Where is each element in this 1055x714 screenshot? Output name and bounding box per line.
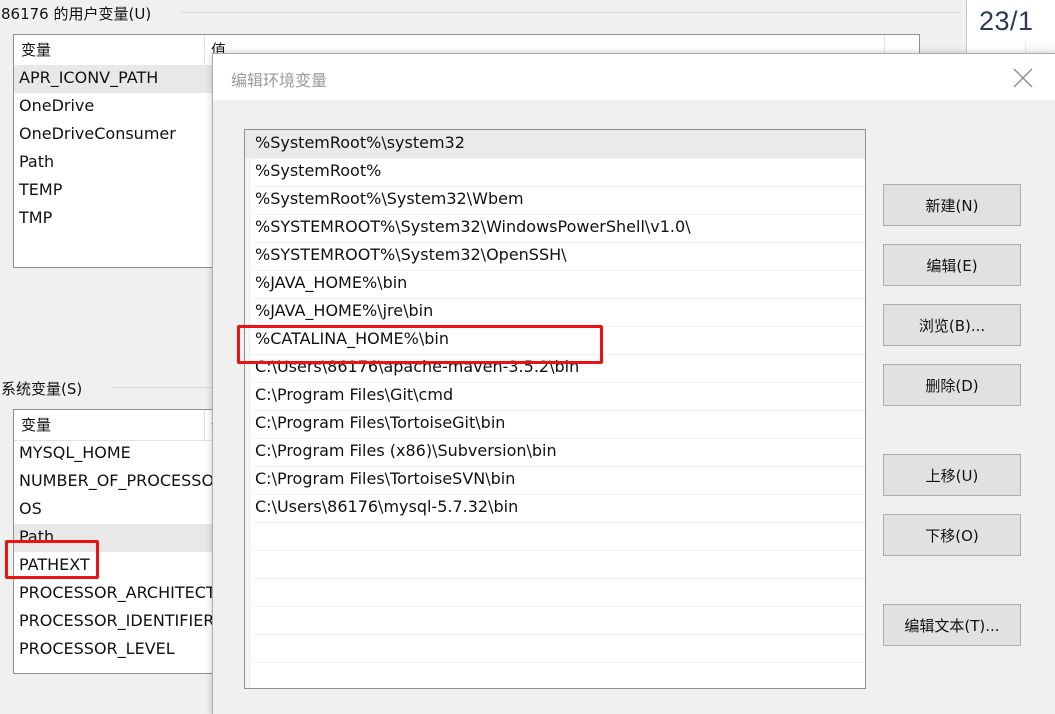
- path-entry-row[interactable]: [245, 634, 865, 663]
- path-entry-value: C:\Program Files\TortoiseGit\bin: [255, 413, 506, 432]
- user-variable-name: OneDriveConsumer: [19, 124, 176, 143]
- path-entry-row[interactable]: C:\Program Files\Git\cmd: [245, 382, 865, 411]
- path-entry-value: %SystemRoot%: [255, 161, 382, 180]
- path-entry-row[interactable]: %JAVA_HOME%\jre\bin: [245, 298, 865, 327]
- user-variable-name: Path: [19, 152, 55, 171]
- path-entry-row[interactable]: %SystemRoot%: [245, 158, 865, 187]
- system-column-divider[interactable]: [204, 410, 205, 440]
- path-entry-row[interactable]: C:\Program Files (x86)\Subversion\bin: [245, 438, 865, 467]
- path-entry-row[interactable]: [245, 662, 865, 688]
- path-entry-value: %SystemRoot%\system32: [255, 133, 465, 152]
- path-entry-row[interactable]: [245, 522, 865, 551]
- system-column-variable[interactable]: 变量: [21, 414, 51, 435]
- path-entry-value: C:\Program Files\Git\cmd: [255, 385, 454, 404]
- path-entry-value: %SYSTEMROOT%\System32\WindowsPowerShell\…: [255, 217, 691, 236]
- move-down-button[interactable]: 下移(O): [883, 514, 1021, 556]
- close-icon[interactable]: [1002, 62, 1044, 92]
- dialog-title: 编辑环境变量: [231, 71, 328, 90]
- path-entry-value: C:\Users\86176\apache-maven-3.5.2\bin: [255, 357, 580, 376]
- path-entry-row[interactable]: %SYSTEMROOT%\System32\OpenSSH\: [245, 242, 865, 271]
- path-entry-row[interactable]: [245, 550, 865, 579]
- edit-button[interactable]: 编辑(E): [883, 244, 1021, 286]
- move-up-button[interactable]: 上移(U): [883, 454, 1021, 496]
- new-button[interactable]: 新建(N): [883, 184, 1021, 226]
- path-entry-row[interactable]: [245, 606, 865, 635]
- user-variables-group-rule: [181, 12, 961, 13]
- dialog-title-bar: 编辑环境变量: [213, 54, 1055, 100]
- path-entry-row[interactable]: %SYSTEMROOT%\System32\WindowsPowerShell\…: [245, 214, 865, 243]
- system-variable-name: PROCESSOR_IDENTIFIER: [19, 611, 215, 630]
- system-variables-group-label: 系统变量(S): [1, 380, 83, 398]
- path-entry-row[interactable]: C:\Users\86176\mysql-5.7.32\bin: [245, 494, 865, 523]
- background-date-text: 23/1: [979, 6, 1034, 36]
- path-entry-row[interactable]: %SystemRoot%\System32\Wbem: [245, 186, 865, 215]
- path-entries-list[interactable]: %SystemRoot%\system32 %SystemRoot% %System…: [244, 129, 866, 689]
- system-variable-name: PROCESSOR_LEVEL: [19, 639, 175, 658]
- system-variable-name: NUMBER_OF_PROCESSORS: [19, 471, 236, 490]
- path-entry-row[interactable]: %JAVA_HOME%\bin: [245, 270, 865, 299]
- path-entry-value: %SystemRoot%\System32\Wbem: [255, 189, 524, 208]
- path-entry-value: C:\Program Files (x86)\Subversion\bin: [255, 441, 557, 460]
- path-entry-value: %SYSTEMROOT%\System32\OpenSSH\: [255, 245, 567, 264]
- path-entry-value: %CATALINA_HOME%\bin: [255, 329, 449, 348]
- path-entry-row[interactable]: C:\Program Files\TortoiseSVN\bin: [245, 466, 865, 495]
- path-entry-value: %JAVA_HOME%\bin: [255, 273, 408, 292]
- delete-button[interactable]: 删除(D): [883, 364, 1021, 406]
- user-variable-name: OneDrive: [19, 96, 95, 115]
- user-variable-name: TEMP: [19, 180, 63, 199]
- path-entry-value: %JAVA_HOME%\jre\bin: [255, 301, 434, 320]
- path-entry-row[interactable]: %SystemRoot%\system32: [245, 130, 865, 159]
- path-entry-row[interactable]: [245, 578, 865, 607]
- user-column-divider[interactable]: [204, 35, 205, 65]
- system-variable-name: MYSQL_HOME: [19, 443, 131, 462]
- path-entry-value: C:\Users\86176\mysql-5.7.32\bin: [255, 497, 519, 516]
- user-variable-name: APR_ICONV_PATH: [19, 68, 159, 87]
- user-variables-group-label: 86176 的用户变量(U): [1, 5, 152, 23]
- path-entry-value: C:\Program Files\TortoiseSVN\bin: [255, 469, 516, 488]
- path-entry-row[interactable]: %CATALINA_HOME%\bin: [245, 326, 865, 355]
- screenshot-root: 23/1 目 马 a 86176 的用户变量(U) 变量 值 APR_ICONV…: [0, 0, 1055, 714]
- system-variable-name: PATHEXT: [19, 555, 90, 574]
- browse-button[interactable]: 浏览(B)...: [883, 304, 1021, 346]
- user-column-variable[interactable]: 变量: [21, 39, 51, 60]
- path-entry-row[interactable]: C:\Users\86176\apache-maven-3.5.2\bin: [245, 354, 865, 383]
- edit-environment-variable-dialog: 编辑环境变量 %SystemRoot%\system32 %SystemRoot%…: [212, 53, 1055, 714]
- system-variable-name: OS: [19, 499, 42, 518]
- path-entry-row[interactable]: C:\Program Files\TortoiseGit\bin: [245, 410, 865, 439]
- edit-text-button[interactable]: 编辑文本(T)...: [883, 604, 1021, 646]
- user-variable-name: TMP: [19, 208, 53, 227]
- system-variable-name: Path: [19, 527, 55, 546]
